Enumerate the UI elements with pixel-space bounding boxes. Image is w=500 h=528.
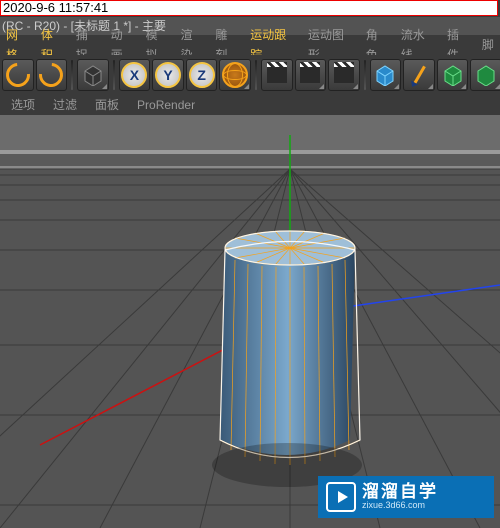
toolbar-separator [113,60,115,90]
render-region-button[interactable] [295,59,327,91]
axis-x-button[interactable]: X [119,59,151,91]
watermark-url: zixue.3d66.com [362,501,438,511]
redo-button[interactable] [36,59,68,91]
subbar-item-prorender[interactable]: ProRender [128,95,204,115]
viewport[interactable]: 溜溜自学 zixue.3d66.com [0,115,500,528]
cube-mode-icon [82,64,104,86]
undo-button[interactable] [2,59,34,91]
spline-pen-button[interactable] [403,59,435,91]
render-settings-button[interactable] [328,59,360,91]
play-icon [326,482,356,512]
subbar-item-panel[interactable]: 面板 [86,95,128,115]
primitive-cube-icon [374,64,396,86]
viewport-scene [0,115,500,528]
generator-button[interactable] [437,59,469,91]
pen-tool-icon [413,66,426,85]
coordinate-system-button[interactable] [219,59,251,91]
deformer-cube-icon [442,64,464,86]
axis-z-button[interactable]: Z [186,59,218,91]
watermark-brand: 溜溜自学 [362,483,438,502]
axis-z-icon: Z [189,62,215,88]
watermark: 溜溜自学 zixue.3d66.com [318,476,494,518]
main-toolbar: X Y Z [0,55,500,95]
axis-y-button[interactable]: Y [152,59,184,91]
redo-icon [34,58,68,92]
subbar-item-options[interactable]: 选项 [2,95,44,115]
axis-x-icon: X [121,62,147,88]
generator2-button[interactable] [470,59,500,91]
menu-bar: 网格 体积 捕捉 动画 模拟 渲染 雕刻 运动跟踪 运动图形 角色 流水线 插件… [0,35,500,55]
undo-icon [1,58,35,92]
render-view-button[interactable] [261,59,293,91]
axis-y-icon: Y [155,62,181,88]
toolbar-separator [364,60,366,90]
toolbar-separator [71,60,73,90]
toolbar-separator [255,60,257,90]
menu-item-script[interactable]: 脚 [476,35,500,55]
timestamp-bar: 2020-9-6 11:57:41 [0,0,498,16]
timestamp-text: 2020-9-6 11:57:41 [3,0,108,15]
subbar-item-filter[interactable]: 过滤 [44,95,86,115]
render-region-icon [300,67,320,83]
viewport-subbar: 选项 过滤 面板 ProRender [0,95,500,115]
render-picture-icon [267,67,287,83]
render-settings-icon [334,67,354,83]
generator-icon [475,64,497,86]
primitive-button[interactable] [370,59,402,91]
live-select-button[interactable] [77,59,109,91]
